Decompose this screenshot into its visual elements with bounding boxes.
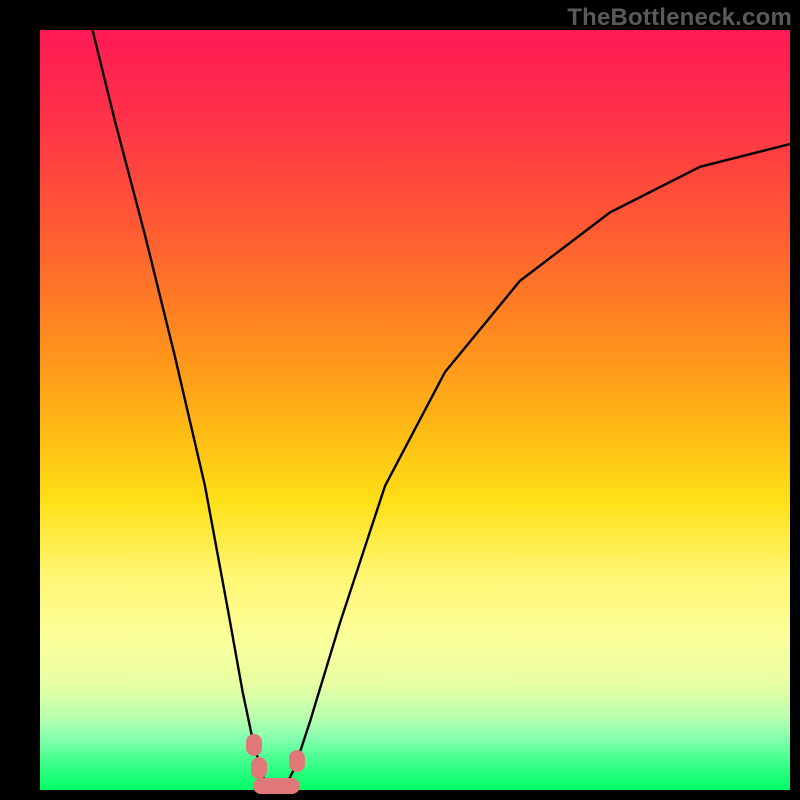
marker-bottom-bar bbox=[253, 778, 301, 794]
chart-frame: TheBottleneck.com bbox=[0, 0, 800, 800]
marker-left-dot-mid bbox=[251, 757, 267, 779]
watermark-text: TheBottleneck.com bbox=[567, 4, 792, 32]
marker-left-dot-top bbox=[246, 734, 262, 756]
plot-area bbox=[40, 30, 790, 790]
bottleneck-curve bbox=[40, 30, 790, 790]
marker-right-dot-top bbox=[289, 750, 305, 772]
